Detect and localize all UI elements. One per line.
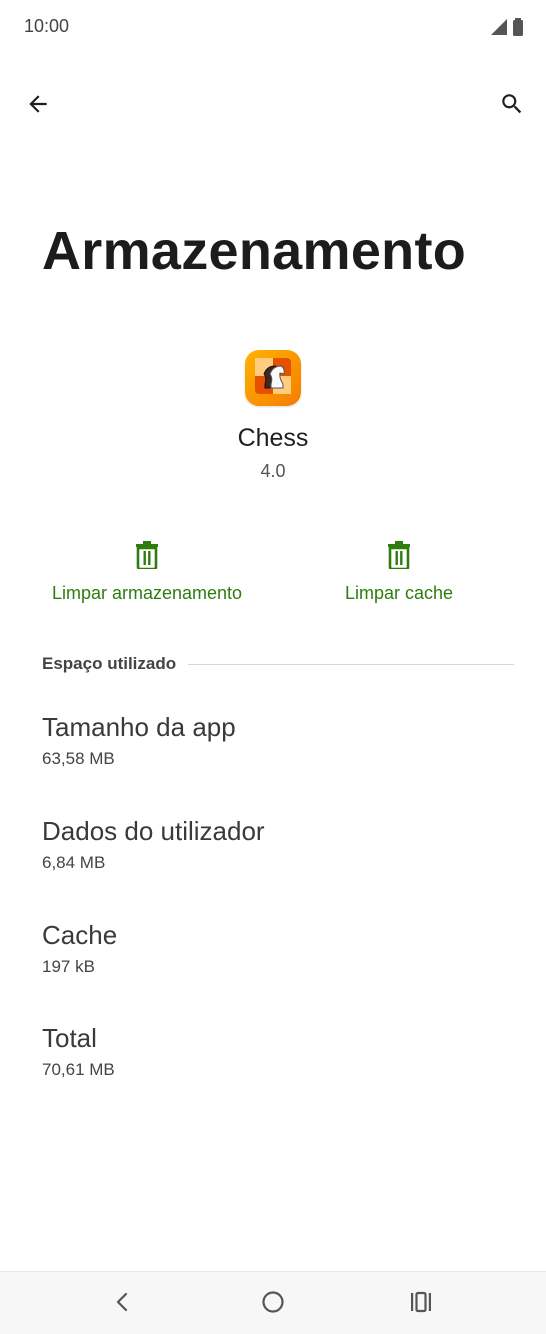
app-icon <box>245 350 301 406</box>
status-bar: 10:00 <box>0 0 546 54</box>
trash-icon <box>387 540 411 574</box>
storage-item-value: 63,58 MB <box>42 749 115 768</box>
storage-actions: Limpar armazenamento Limpar cache <box>0 540 546 620</box>
status-icons <box>490 18 524 41</box>
clear-storage-label: Limpar armazenamento <box>51 583 243 603</box>
storage-item-cache: Cache 197 kB <box>42 920 504 977</box>
circle-home-icon <box>261 1290 285 1319</box>
back-button[interactable] <box>20 88 56 124</box>
storage-item-app-size: Tamanho da app 63,58 MB <box>42 712 504 769</box>
chevron-left-icon <box>112 1291 134 1318</box>
nav-recents-button[interactable] <box>401 1284 441 1324</box>
app-version: 4.0 <box>260 461 286 481</box>
storage-section-header: Espaço utilizado <box>42 654 514 674</box>
storage-item-value: 70,61 MB <box>42 1060 115 1079</box>
page-title: Armazenamento <box>42 221 467 281</box>
system-navigation-bar <box>0 1271 546 1334</box>
storage-item-label: Dados do utilizador <box>42 816 265 846</box>
search-icon <box>499 91 525 122</box>
clear-cache-label: Limpar cache <box>344 583 454 603</box>
storage-item-total: Total 70,61 MB <box>42 1023 504 1080</box>
app-header: Chess 4.0 <box>0 350 546 482</box>
chess-knight-icon <box>251 354 295 403</box>
storage-item-user-data: Dados do utilizador 6,84 MB <box>42 816 504 873</box>
storage-item-label: Total <box>42 1023 97 1053</box>
battery-icon <box>512 18 524 41</box>
storage-item-label: Tamanho da app <box>42 712 236 742</box>
signal-icon <box>490 18 508 41</box>
storage-item-value: 6,84 MB <box>42 853 106 872</box>
trash-icon <box>135 540 159 574</box>
arrow-left-icon <box>25 91 51 122</box>
section-divider <box>188 663 514 665</box>
clear-storage-button[interactable]: Limpar armazenamento <box>42 540 252 604</box>
nav-home-button[interactable] <box>253 1284 293 1324</box>
toolbar <box>0 80 546 130</box>
search-button[interactable] <box>494 88 530 124</box>
clear-cache-button[interactable]: Limpar cache <box>326 540 472 604</box>
storage-item-value: 197 kB <box>42 957 95 976</box>
recents-icon <box>409 1291 433 1318</box>
app-name: Chess <box>237 424 309 452</box>
section-title: Espaço utilizado <box>42 654 177 673</box>
nav-back-button[interactable] <box>103 1284 143 1324</box>
status-time: 10:00 <box>24 16 70 36</box>
storage-item-label: Cache <box>42 920 118 950</box>
